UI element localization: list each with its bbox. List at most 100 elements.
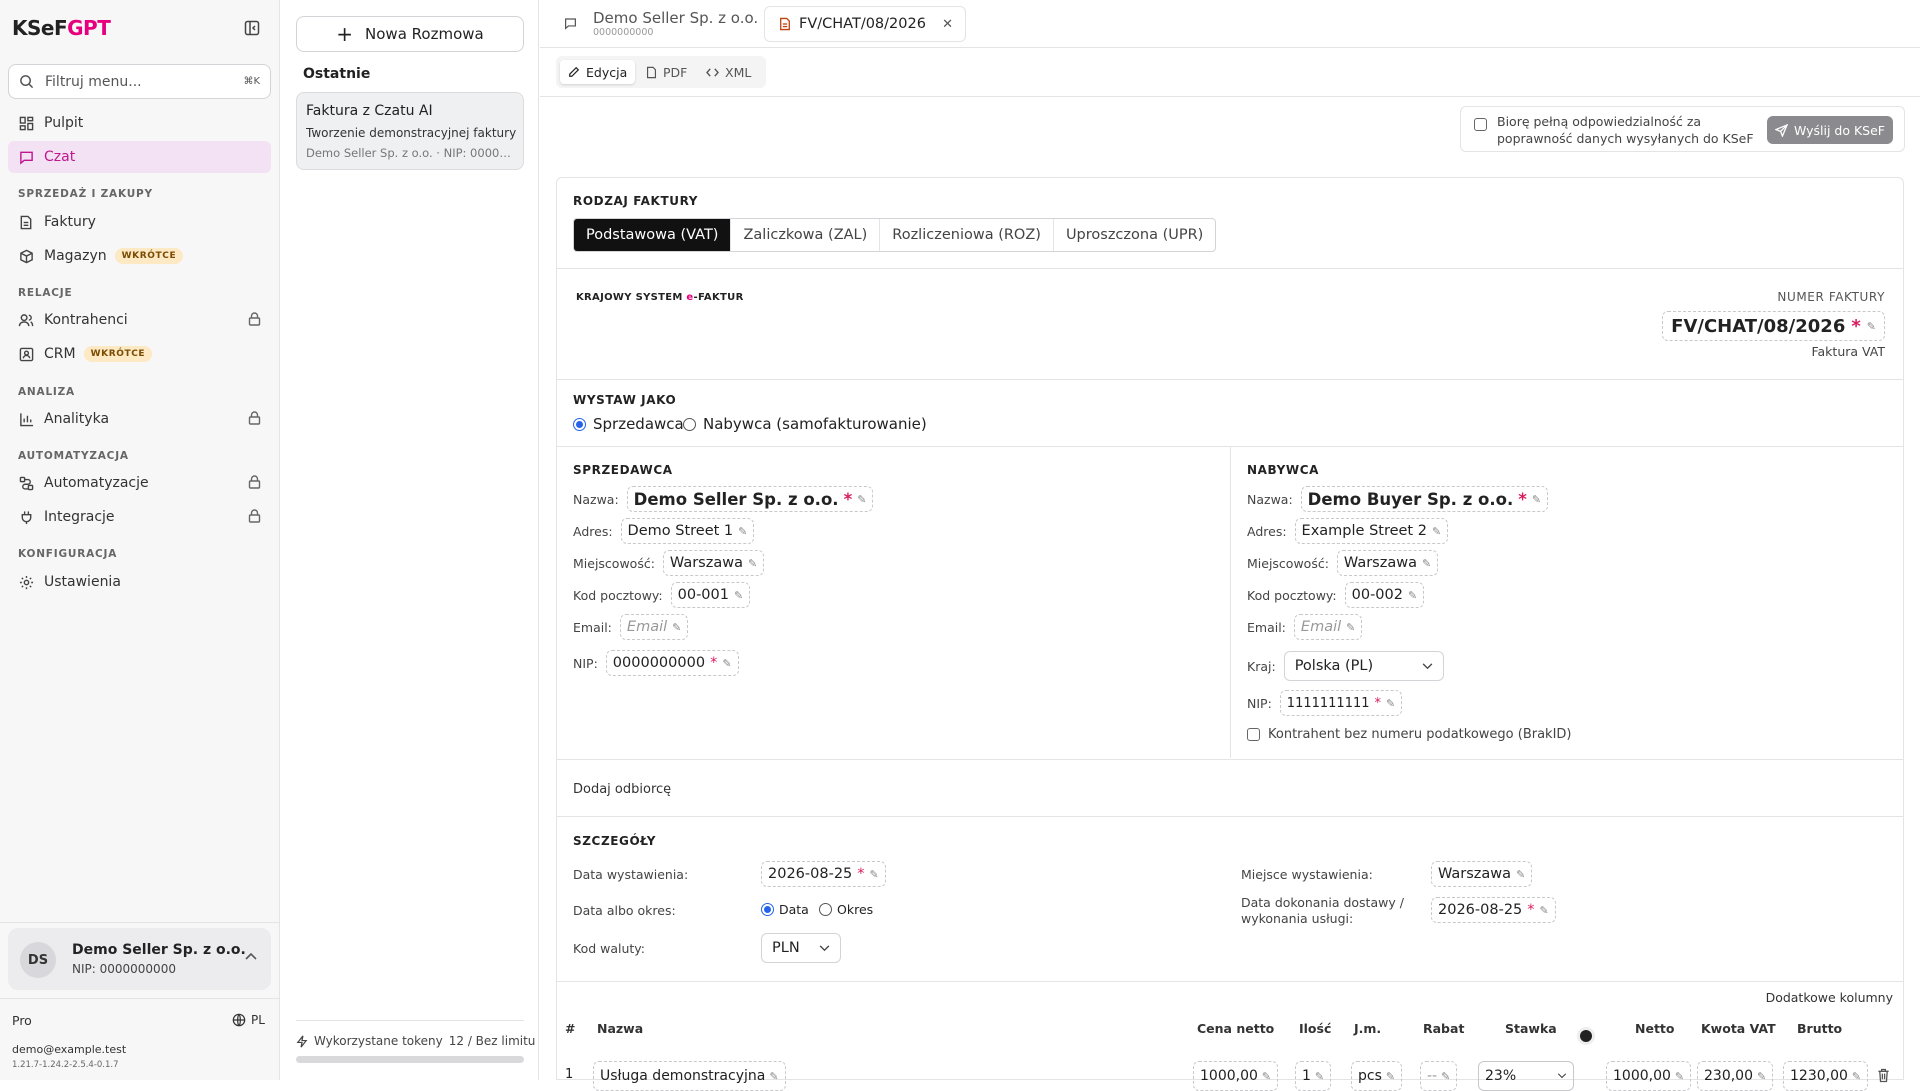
sidebar-item-crm[interactable]: CRM WKRÓTCE [8, 338, 271, 370]
tab-invoice[interactable]: FV/CHAT/08/2026 ✕ [764, 6, 966, 42]
currency-label: Kod waluty: [573, 941, 646, 956]
net-field[interactable]: 1000,00 ✎ [1606, 1061, 1692, 1091]
language-switcher[interactable]: PL [232, 1013, 265, 1027]
gross-field[interactable]: 1230,00 ✎ [1783, 1061, 1869, 1091]
buyer-nip-field[interactable]: 1111111111 * ✎ [1279, 690, 1403, 716]
trash-icon[interactable] [1877, 1068, 1890, 1083]
pencil-icon: ✎ [672, 620, 682, 634]
seller-address-field[interactable]: Demo Street 1 ✎ [620, 518, 755, 544]
pencil-icon [568, 66, 580, 78]
currency-select[interactable]: PLN [761, 933, 841, 963]
country-select[interactable]: Polska (PL) [1283, 651, 1444, 681]
token-usage: Wykorzystane tokeny 12 / Bez limitu [296, 1034, 535, 1048]
new-chat-button[interactable]: + Nowa Rozmowa [296, 16, 524, 52]
user-name: Demo Seller Sp. z o.o. [72, 942, 246, 958]
sidebar-item-magazyn[interactable]: Magazyn WKRÓTCE [8, 240, 271, 272]
send-to-ksef-button[interactable]: Wyślij do KSeF [1767, 116, 1893, 144]
column-header: Cena netto [1197, 1021, 1275, 1036]
filter-placeholder: Filtruj menu... [45, 74, 142, 90]
sidebar-toggle-icon[interactable] [242, 18, 262, 38]
radio-buyer[interactable]: Nabywca (samofakturowanie) [683, 415, 927, 433]
vat-amount-field[interactable]: 230,00 ✎ [1697, 1061, 1774, 1091]
subtab-label: Edycja [586, 64, 628, 80]
type-option-vat[interactable]: Podstawowa (VAT) [574, 219, 732, 251]
seller-address-row: Adres: Demo Street 1 ✎ [573, 518, 755, 544]
seller-city-field[interactable]: Warszawa ✎ [662, 550, 765, 576]
radio-label: Nabywca (samofakturowanie) [703, 415, 927, 433]
sidebar-item-label: Czat [44, 149, 76, 165]
required-marker: * [857, 866, 865, 882]
unit-field[interactable]: pcs ✎ [1351, 1061, 1403, 1091]
sidebar-item-integracje[interactable]: Integracje [8, 501, 271, 533]
filter-menu-input[interactable]: Filtruj menu... ⌘K [8, 64, 271, 99]
sidebar-item-pulpit[interactable]: Pulpit [8, 107, 271, 139]
buyer-zip-field[interactable]: 00-002 ✎ [1344, 582, 1425, 608]
app-logo[interactable]: KSeFGPT [12, 16, 111, 40]
seller-nip-field[interactable]: 0000000000 * ✎ [605, 650, 739, 676]
sidebar-item-analityka[interactable]: Analityka [8, 403, 271, 435]
subtab-label: XML [725, 64, 752, 80]
radio-seller[interactable]: Sprzedawca [573, 415, 684, 433]
pencil-icon: ✎ [769, 1069, 779, 1083]
subtab-edit[interactable]: Edycja [560, 60, 636, 84]
type-option-upr[interactable]: Uproszczona (UPR) [1054, 219, 1215, 251]
brakid-row[interactable]: Kontrahent bez numeru podatkowego (BrakI… [1247, 727, 1572, 742]
add-recipient-button[interactable]: Dodaj odbiorcę [573, 782, 671, 797]
sidebar-item-czat[interactable]: Czat [8, 141, 271, 173]
buyer-name-field[interactable]: Demo Buyer Sp. z o.o. * ✎ [1300, 486, 1549, 512]
cell-value: Usługa demonstracyjna [600, 1068, 766, 1084]
file-icon [646, 66, 657, 79]
vat-rate-select[interactable]: 23% [1478, 1061, 1574, 1091]
discount-field[interactable]: -- ✎ [1420, 1061, 1458, 1091]
type-option-roz[interactable]: Rozliczeniowa (ROZ) [880, 219, 1054, 251]
workflow-icon [8, 476, 44, 491]
sidebar-item-label: Integracje [44, 509, 115, 525]
tab-bar: Demo Seller Sp. z o.o. 0000000000 FV/CHAT… [540, 0, 1920, 48]
sidebar-item-faktury[interactable]: Faktury [8, 206, 271, 238]
sidebar-item-kontrahenci[interactable]: Kontrahenci [8, 304, 271, 336]
type-option-zal[interactable]: Zaliczkowa (ZAL) [731, 219, 881, 251]
dashboard-icon [8, 116, 44, 131]
subtab-xml[interactable]: XML [698, 60, 759, 84]
radio-date[interactable]: Data [761, 902, 809, 917]
document-icon [8, 215, 44, 230]
details-heading: SZCZEGÓŁY [573, 834, 657, 848]
close-icon[interactable]: ✕ [942, 17, 953, 32]
select-value: PLN [772, 940, 800, 956]
subtab-pdf[interactable]: PDF [638, 60, 695, 84]
field-value: Demo Buyer Sp. z o.o. [1307, 489, 1514, 509]
field-value: 2026-08-25 [768, 866, 853, 882]
seller-zip-field[interactable]: 00-001 ✎ [670, 582, 751, 608]
issue-date-field[interactable]: 2026-08-25 * ✎ [761, 861, 886, 887]
buyer-city-field[interactable]: Warszawa ✎ [1336, 550, 1439, 576]
buyer-heading: NABYWCA [1247, 463, 1320, 477]
chat-item[interactable]: Faktura z Czatu AI Tworzenie demonstracy… [296, 92, 524, 170]
radio-label: Okres [837, 902, 874, 917]
buyer-email-field[interactable]: Email ✎ [1293, 614, 1363, 640]
quantity-field[interactable]: 1 ✎ [1295, 1061, 1332, 1091]
invoice-number-field[interactable]: FV/CHAT/08/2026 * ✎ [1662, 311, 1885, 341]
buyer-address-field[interactable]: Example Street 2 ✎ [1294, 518, 1449, 544]
extra-columns-button[interactable]: Dodatkowe kolumny [1766, 990, 1893, 1005]
pencil-icon: ✎ [1431, 524, 1442, 538]
seller-name-field[interactable]: Demo Seller Sp. z o.o. * ✎ [626, 486, 874, 512]
field-label: Kod pocztowy: [1247, 587, 1337, 603]
price-field[interactable]: 1000,00 ✎ [1193, 1061, 1279, 1091]
sidebar-item-automatyzacje[interactable]: Automatyzacje [8, 467, 271, 499]
pencil-icon: ✎ [1441, 1069, 1451, 1083]
required-marker: * [1518, 489, 1527, 509]
radio-label: Data [779, 902, 809, 917]
place-field[interactable]: Warszawa ✎ [1431, 861, 1533, 887]
view-switcher: Edycja PDF XML [556, 56, 766, 88]
responsibility-checkbox[interactable] [1474, 118, 1487, 131]
tab-seller[interactable]: Demo Seller Sp. z o.o. 0000000000 [564, 9, 758, 41]
item-name-field[interactable]: Usługa demonstracyjna ✎ [593, 1061, 786, 1091]
sidebar-item-ustawienia[interactable]: Ustawienia [8, 566, 271, 598]
plan-label: Pro [12, 1013, 32, 1028]
package-icon [8, 249, 44, 264]
brakid-checkbox[interactable] [1247, 728, 1260, 741]
user-menu[interactable]: DS Demo Seller Sp. z o.o. NIP: 000000000… [8, 928, 271, 990]
seller-email-field[interactable]: Email ✎ [619, 614, 689, 640]
radio-period[interactable]: Okres [819, 902, 873, 917]
delivery-date-field[interactable]: 2026-08-25 * ✎ [1431, 897, 1556, 923]
